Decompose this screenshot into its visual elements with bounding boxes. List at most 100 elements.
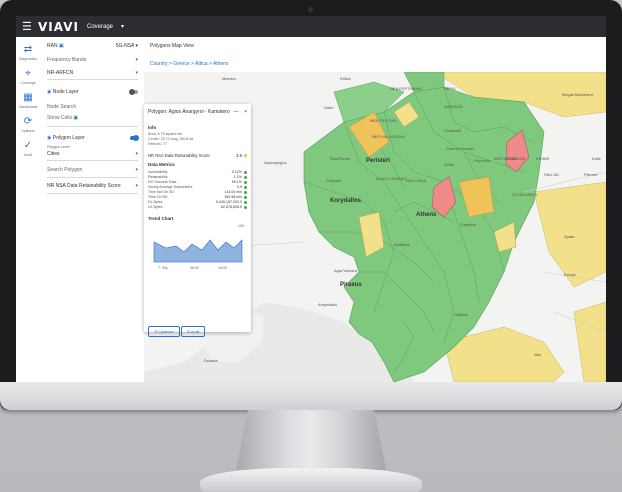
filter-panel: RAN ▣ 5G-NSA ▾ Frequency Bands ▾ NR-ARFC… [40, 37, 145, 382]
rail-item-diagnostics[interactable]: ⇄ Diagnostics [16, 45, 40, 62]
rail-item-coverage[interactable]: ⌖ Coverage [16, 69, 40, 86]
page-title: Polygons Map View [150, 43, 194, 49]
polygon-layer-label: Polygon Layer [52, 135, 85, 141]
metric-row: Retainability 1.1% [148, 175, 247, 179]
node-search-row[interactable]: Node Search [47, 104, 138, 110]
rail-item-dashboards[interactable]: ▦ Dashboards [16, 93, 40, 110]
map-label: Chalandri [444, 128, 462, 133]
minimize-icon[interactable]: — [234, 109, 239, 115]
polygon-layer-toggle[interactable] [130, 135, 139, 141]
info-icon: ▣ [58, 43, 64, 49]
map-label: PALLINI [544, 172, 559, 177]
trend-x-tick: 18:00 [218, 266, 227, 270]
screen: ☰ VIAVI Coverage ▾ ⇄ Diagnostics ⌖ Cover… [16, 16, 606, 382]
divider [47, 79, 138, 80]
hamburger-icon[interactable]: ☰ [22, 20, 34, 33]
main-header: Polygons Map View [144, 37, 606, 57]
map-label: Korydallos [330, 198, 362, 204]
module-selector[interactable]: Coverage [87, 24, 113, 30]
node-search-label: Node Search [47, 104, 77, 110]
close-icon[interactable]: × [244, 109, 247, 115]
monitor-stand-neck [236, 410, 386, 470]
show-cells-row[interactable]: Show Cells ▣ [47, 115, 138, 121]
chevron-down-icon[interactable]: ▾ [135, 167, 138, 173]
score-label: NR NSA Data Retainability Score [148, 153, 210, 158]
trend-chart [150, 239, 246, 263]
map-label: PEFKI [444, 86, 456, 91]
info-line: Vertices: 77 [148, 142, 167, 146]
trend-title: Trend Chart [148, 216, 174, 221]
divider [47, 126, 138, 127]
metric-row: HO Success Rate 99.1% [148, 180, 247, 184]
rail-item-optimize[interactable]: ⟳ Optimize [16, 117, 40, 134]
node-layer-row[interactable]: ◉ Node Layer [47, 89, 138, 95]
app-topbar: ☰ VIAVI Coverage ▾ [16, 16, 606, 37]
metric-row: Hourly Average Subscribers 0.9 [148, 185, 247, 189]
monitor-chin [0, 382, 622, 410]
map-label: Kalle [592, 156, 601, 161]
map-label: Ampelakia [318, 302, 337, 307]
metric-value: NR NSA Data Retainability Score [47, 183, 121, 189]
polygon-level-label: Polygon Level [47, 145, 70, 149]
optimize-button[interactable]: ⟳ Optimize [148, 326, 180, 337]
rail-item-audit[interactable]: ✓ Audit [16, 141, 40, 158]
map-label: Zefrio [444, 162, 455, 167]
divider [47, 177, 138, 178]
map-label: Psychiko [474, 158, 491, 163]
polygon-layer-row[interactable]: ◉ Polygon Layer [47, 135, 139, 141]
metric-select[interactable]: NR NSA Data Retainability Score ▾ [47, 183, 138, 189]
map-label: Dafni [324, 105, 334, 110]
status-dot [244, 154, 247, 158]
info-title: Info [148, 125, 157, 130]
camera [308, 7, 313, 12]
breadcrumb[interactable]: Country > Greece > Attica > Athens [144, 56, 606, 72]
map-label: Chaidari [326, 178, 341, 183]
freq-select[interactable]: NR-ARFCN ▾ [47, 70, 138, 76]
monitor-stand-base [200, 468, 422, 492]
search-polygon-label: Search Polygon [47, 167, 83, 173]
polygon-level-select[interactable]: Cities ▾ [47, 151, 138, 157]
node-layer-toggle[interactable] [129, 89, 138, 95]
nav-rail: ⇄ Diagnostics ⌖ Coverage ▦ Dashboards ⟳ … [16, 37, 41, 382]
freq-label: Frequency Bands [47, 57, 87, 63]
map-label: Zografou [460, 222, 477, 227]
rail-label: Diagnostics [18, 57, 38, 61]
map-label: Rouf/Street [330, 156, 351, 161]
node-layer-label: Node Layer [52, 89, 79, 95]
map-label: NEA IONIA [406, 178, 427, 183]
trend-x-tick: 7. Sep [158, 266, 169, 270]
freq-row[interactable]: Frequency Bands ▾ [47, 57, 138, 63]
map-label: Mandra [222, 76, 236, 81]
audit-button[interactable]: ⊘ Audit [181, 326, 205, 337]
metric-row: Accessibility 0.12% [148, 170, 247, 174]
chevron-down-icon[interactable]: ▾ [135, 57, 138, 63]
score-value: 3.9 [236, 153, 242, 158]
popup-title: Polygon: Agios Anargyroi - Kamatero [148, 109, 230, 115]
audit-icon: ⊘ [186, 330, 190, 334]
chevron-down-icon[interactable]: ▾ [135, 183, 138, 189]
map-label: Kallithea [394, 242, 410, 247]
polygon-info-popup[interactable]: Polygon: Agios Anargyroi - Kamatero — × … [144, 104, 251, 337]
metric-row: DL Bytes 5,445,157,020.0 [148, 200, 247, 204]
breadcrumb-text[interactable]: Country > Greece > Attica > Athens [150, 61, 229, 67]
layer-icon: ◉ [47, 135, 52, 141]
map-label: GLYKA NERA [512, 192, 538, 197]
ran-row[interactable]: RAN ▣ 5G-NSA ▾ [47, 43, 138, 49]
chevron-down-icon[interactable]: ▾ [135, 151, 138, 157]
layer-icon: ◉ [47, 89, 52, 95]
map-label: KRIARI [536, 156, 550, 161]
search-polygon-select[interactable]: Search Polygon ▾ [47, 167, 138, 173]
chevron-down-icon[interactable]: ▾ [121, 23, 124, 30]
ran-value[interactable]: 5G-NSA ▾ [116, 43, 138, 49]
map-label: AGIOS LOUKAS [376, 176, 407, 181]
chevron-down-icon[interactable]: ▾ [135, 70, 138, 76]
divider [47, 160, 138, 161]
map-label: GERAKAS [506, 156, 526, 161]
map-label: Aspropyrgos [264, 160, 287, 165]
metric-row: UL Bytes 62,878,835.0 [148, 205, 247, 209]
checkbox-icon[interactable]: ▣ [73, 115, 78, 121]
polygon-level-label-row: Polygon Level [47, 145, 138, 149]
optimize-icon: ⟳ [154, 330, 158, 334]
divider [47, 193, 138, 194]
metric-row: Time On 5G 163.98 min [148, 195, 247, 199]
